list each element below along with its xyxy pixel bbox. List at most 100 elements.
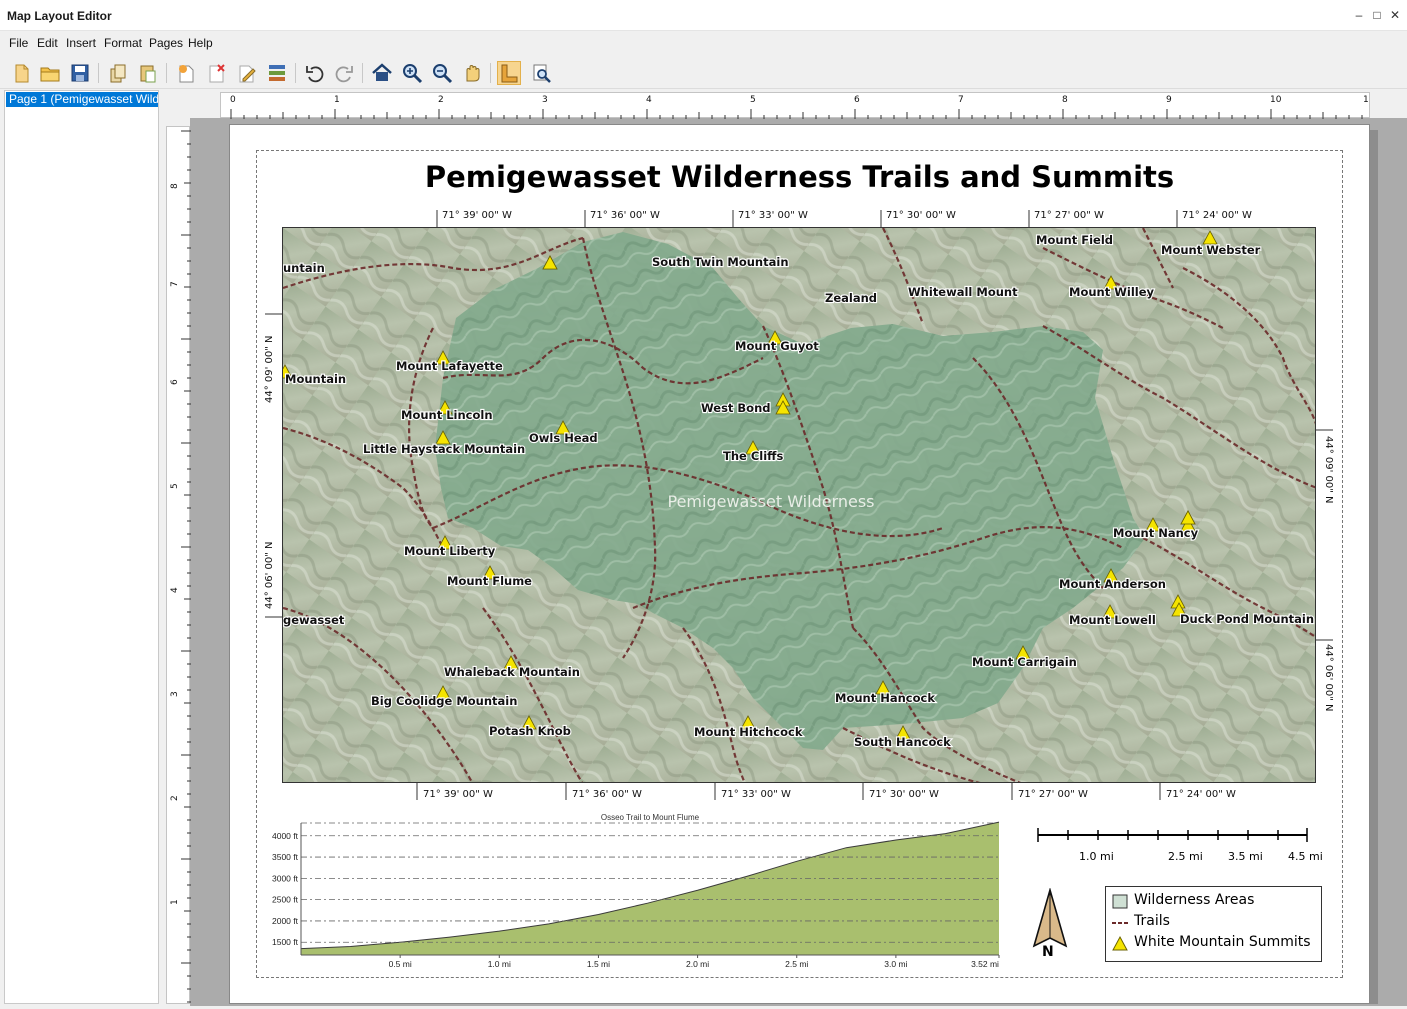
toolbar (0, 57, 1407, 89)
ruler-top-label: 10 (1270, 95, 1282, 105)
close-button[interactable]: ✕ (1388, 8, 1402, 22)
delete-page-icon[interactable] (204, 61, 228, 85)
summit-label: Big Coolidge Mountain (371, 694, 517, 708)
window-title: Map Layout Editor (7, 9, 112, 23)
summit-label: Owls Head (529, 431, 598, 445)
left-coordinate-label: 44° 06' 00" N (264, 541, 275, 609)
add-page-icon[interactable] (174, 61, 198, 85)
maximize-button[interactable]: □ (1370, 8, 1384, 22)
north-arrow[interactable]: N (1030, 887, 1070, 962)
y-tick-label: 2500 ft (272, 895, 299, 905)
y-tick-label: 3500 ft (272, 852, 299, 862)
ruler-top-label: 4 (646, 95, 652, 105)
x-tick-label: 2.0 mi (686, 959, 709, 969)
summit-label: West Bond (701, 401, 771, 415)
summit-label: Potash Knob (489, 724, 571, 738)
map-title[interactable]: Pemigewasset Wilderness Trails and Summi… (256, 160, 1343, 194)
left-coordinate-label: 44° 09' 00" N (264, 335, 275, 403)
bottom-coordinate-label: 71° 39' 00" W (423, 789, 493, 800)
ruler-left-label: 1 (170, 899, 180, 905)
summit-label: Mount Hancock (835, 691, 935, 705)
menu-file[interactable]: File (9, 36, 28, 50)
page-list-item[interactable]: Page 1 (Pemigewasset Wilderness Trails a… (6, 92, 158, 107)
top-coordinate-label: 71° 36' 00" W (590, 210, 660, 221)
summit-label: Mount Nancy (1113, 526, 1199, 540)
menu-pages[interactable]: Pages (149, 36, 183, 50)
paper-shadow (1370, 130, 1378, 1004)
zoom-to-icon[interactable] (529, 61, 553, 85)
vertical-ruler: 8 7 6 5 4 3 2 1 (166, 126, 191, 1004)
summit-label: Mount Lafayette (396, 359, 503, 373)
y-tick-label: 2000 ft (272, 916, 299, 926)
redo-icon[interactable] (332, 61, 356, 85)
ruler-top-label: 0 (230, 95, 236, 105)
summit-label: Mount Lowell (1069, 613, 1156, 627)
copy-page-icon[interactable] (106, 61, 130, 85)
map-legend[interactable]: Wilderness Areas Trails White Mountain S… (1105, 886, 1322, 962)
x-tick-label: 3.52 mi (971, 959, 999, 969)
edit-page-icon[interactable] (234, 61, 258, 85)
scale-bar[interactable]: 1.0 mi 2.5 mi 3.5 mi 4.5 mi (1035, 826, 1325, 866)
new-layout-icon[interactable] (9, 61, 33, 85)
bottom-coordinate-label: 71° 24' 00" W (1166, 789, 1236, 800)
ruler-left-label: 7 (170, 281, 180, 287)
summit-label: Mount Lincoln (401, 408, 493, 422)
open-icon[interactable] (38, 61, 62, 85)
pan-icon[interactable] (460, 61, 484, 85)
horizontal-ruler: 0 1 2 3 4 5 6 7 8 9 10 1 (220, 92, 1370, 119)
summit-label: gewasset (283, 613, 345, 627)
y-tick-label: 3000 ft (272, 873, 299, 883)
ruler-top-label: 7 (958, 95, 964, 105)
undo-icon[interactable] (303, 61, 327, 85)
x-tick-label: 3.0 mi (884, 959, 907, 969)
right-coordinate-label: 44° 06' 00" N (1323, 644, 1334, 712)
x-tick-label: 0.5 mi (389, 959, 412, 969)
scale-label: 1.0 mi (1079, 850, 1114, 863)
minimize-button[interactable]: ‒ (1352, 8, 1366, 22)
bottom-coordinate-label: 71° 36' 00" W (572, 789, 642, 800)
y-tick-label: 1500 ft (272, 937, 299, 947)
menu-insert[interactable]: Insert (66, 36, 96, 50)
summit-label: Mount Webster (1161, 243, 1261, 257)
y-tick-label: 4000 ft (272, 831, 299, 841)
ruler-left-label: 5 (170, 483, 180, 489)
zoom-in-icon[interactable] (400, 61, 424, 85)
home-icon[interactable] (370, 61, 394, 85)
properties-icon[interactable] (265, 61, 289, 85)
top-coordinate-label: 71° 39' 00" W (442, 210, 512, 221)
save-icon[interactable] (68, 61, 92, 85)
map-frame[interactable]: Pemigewasset Wilderness untain South Twin… (282, 227, 1316, 783)
summit-label: untain (283, 261, 325, 275)
top-coordinate-label: 71° 33' 00" W (738, 210, 808, 221)
x-tick-label: 2.5 mi (785, 959, 808, 969)
page-list: Page 1 (Pemigewasset Wilderness Trails a… (4, 90, 159, 1004)
top-coordinate-label: 71° 24' 00" W (1182, 210, 1252, 221)
x-tick-label: 1.0 mi (488, 959, 511, 969)
scale-label: 4.5 mi (1288, 850, 1323, 863)
summit-label: Whaleback Mountain (444, 665, 580, 679)
legend-label: Wilderness Areas (1134, 892, 1255, 908)
menu-bar: File Edit Insert Format Pages Help (0, 31, 1407, 57)
ruler-left-label: 2 (170, 795, 180, 801)
ruler-icon[interactable] (497, 61, 521, 85)
summit-label: Mountain (285, 372, 346, 386)
ruler-top-label: 2 (438, 95, 444, 105)
menu-format[interactable]: Format (104, 36, 142, 50)
legend-label: Trails (1134, 913, 1170, 929)
ruler-top-label: 8 (1062, 95, 1068, 105)
summit-label: Mount Willey (1069, 285, 1155, 299)
scale-label: 2.5 mi (1168, 850, 1203, 863)
ruler-left-label: 6 (170, 379, 180, 385)
ruler-left-label: 8 (170, 183, 180, 189)
summit-label: Little Haystack Mountain (363, 442, 525, 456)
ruler-left-label: 4 (170, 587, 180, 593)
ruler-top-label: 1 (1363, 95, 1369, 105)
zoom-out-icon[interactable] (430, 61, 454, 85)
right-coordinate-label: 44° 09' 00" N (1323, 436, 1334, 504)
menu-edit[interactable]: Edit (37, 36, 58, 50)
summit-label: Mount Anderson (1059, 577, 1166, 591)
menu-help[interactable]: Help (188, 36, 213, 50)
paste-page-icon[interactable] (136, 61, 160, 85)
elevation-profile-chart[interactable]: Osseo Trail to Mount Flume 4000 ft 3500 ft… (256, 808, 1006, 972)
title-bar: Map Layout Editor ‒ □ ✕ (0, 0, 1407, 31)
